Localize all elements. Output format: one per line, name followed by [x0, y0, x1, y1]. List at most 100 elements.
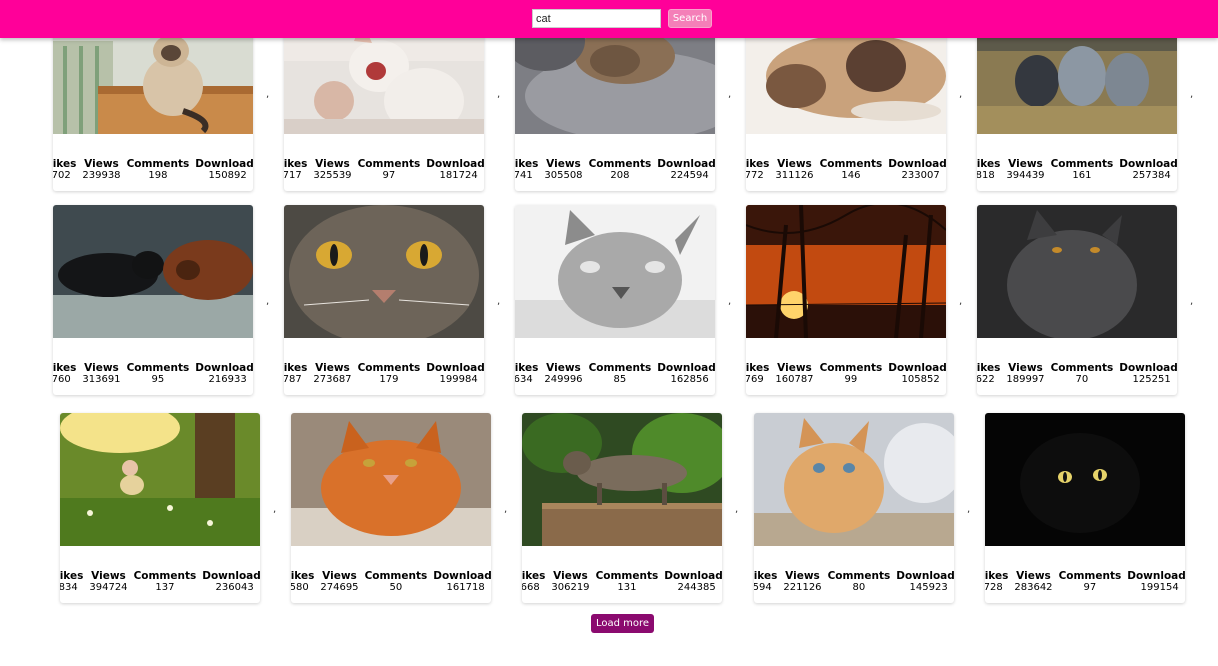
views-label: Views [1016, 570, 1051, 582]
separator: , [504, 504, 508, 515]
separator: , [497, 296, 501, 307]
likes-value: 668 [522, 582, 540, 593]
separator: , [967, 504, 971, 515]
downloads-label: Downloads [664, 570, 722, 582]
likes-label: Likes [53, 362, 77, 374]
downloads-label: Downloads [1119, 158, 1177, 170]
likes-label: Likes [284, 362, 308, 374]
views-value: 394439 [1006, 170, 1045, 181]
cat-photo[interactable] [284, 205, 484, 338]
image-card[interactable]: Likes728 Views283642 Comments97 Download… [985, 413, 1185, 603]
views-label: Views [546, 158, 581, 170]
views-label: Views [777, 362, 812, 374]
load-more-button[interactable]: Load more [591, 614, 654, 633]
separator: , [497, 89, 501, 100]
views-label: Views [91, 570, 126, 582]
views-value: 274695 [320, 582, 359, 593]
views-label: Views [322, 570, 357, 582]
likes-label: Likes [515, 362, 539, 374]
downloads-value: 145923 [909, 582, 948, 593]
cat-photo[interactable] [291, 413, 491, 546]
card-stats: Likes818 Views394439 Comments161 Downloa… [977, 158, 1177, 182]
comments-label: Comments [133, 570, 197, 582]
comments-value: 131 [617, 582, 637, 593]
comments-value: 146 [841, 170, 861, 181]
search-input[interactable] [532, 9, 661, 28]
separator: , [266, 296, 270, 307]
downloads-value: 233007 [901, 170, 940, 181]
comments-label: Comments [126, 362, 190, 374]
comments-label: Comments [819, 362, 883, 374]
card-stats: Likes772 Views311126 Comments146 Downloa… [746, 158, 946, 182]
separator: , [1190, 296, 1194, 307]
downloads-value: 216933 [208, 374, 247, 385]
likes-value: 702 [53, 170, 71, 181]
views-label: Views [1008, 158, 1043, 170]
downloads-value: 244385 [677, 582, 716, 593]
image-card[interactable]: Likes834 Views394724 Comments137 Downloa… [60, 413, 260, 603]
downloads-label: Downloads [426, 362, 484, 374]
image-card[interactable]: Likes769 Views160787 Comments99 Download… [746, 205, 946, 395]
likes-value: 741 [515, 170, 533, 181]
cat-photo[interactable] [746, 205, 946, 338]
image-card[interactable]: Likes594 Views221126 Comments80 Download… [754, 413, 954, 603]
likes-value: 834 [60, 582, 78, 593]
card-stats: Likes580 Views274695 Comments50 Download… [291, 570, 491, 594]
likes-label: Likes [284, 158, 308, 170]
likes-label: Likes [977, 362, 1001, 374]
downloads-label: Downloads [1119, 362, 1177, 374]
card-stats: Likes594 Views221126 Comments80 Download… [754, 570, 954, 594]
views-value: 273687 [313, 374, 352, 385]
card-stats: Likes728 Views283642 Comments97 Download… [985, 570, 1185, 594]
search-header: Search [0, 0, 1218, 38]
comments-label: Comments [357, 158, 421, 170]
separator: , [728, 296, 732, 307]
likes-label: Likes [754, 570, 778, 582]
cat-photo[interactable] [522, 413, 722, 546]
card-stats: Likes702 Views239938 Comments198 Downloa… [53, 158, 253, 182]
comments-value: 70 [1075, 374, 1089, 385]
separator: , [1190, 89, 1194, 100]
comments-label: Comments [126, 158, 190, 170]
views-value: 313691 [82, 374, 121, 385]
card-stats: Likes787 Views273687 Comments179 Downloa… [284, 362, 484, 386]
downloads-value: 161718 [446, 582, 485, 593]
views-label: Views [315, 362, 350, 374]
cat-photo[interactable] [977, 205, 1177, 338]
comments-value: 161 [1072, 170, 1092, 181]
image-card[interactable]: Likes634 Views249996 Comments85 Download… [515, 205, 715, 395]
card-stats: Likes634 Views249996 Comments85 Download… [515, 362, 715, 386]
cat-photo[interactable] [754, 413, 954, 546]
comments-value: 208 [610, 170, 630, 181]
likes-value: 772 [746, 170, 764, 181]
views-value: 221126 [783, 582, 822, 593]
likes-label: Likes [60, 570, 84, 582]
cat-photo[interactable] [515, 205, 715, 338]
downloads-label: Downloads [657, 158, 715, 170]
search-button[interactable]: Search [668, 9, 712, 28]
cat-photo[interactable] [53, 205, 253, 338]
image-card[interactable]: Likes760 Views313691 Comments95 Download… [53, 205, 253, 395]
downloads-value: 181724 [439, 170, 478, 181]
views-value: 249996 [544, 374, 583, 385]
downloads-label: Downloads [1127, 570, 1185, 582]
image-card[interactable]: Likes668 Views306219 Comments131 Downloa… [522, 413, 722, 603]
cat-photo[interactable] [985, 413, 1185, 546]
comments-label: Comments [1058, 570, 1122, 582]
image-card[interactable]: Likes622 Views189997 Comments70 Download… [977, 205, 1177, 395]
views-label: Views [84, 362, 119, 374]
comments-value: 95 [151, 374, 165, 385]
views-value: 305508 [544, 170, 583, 181]
photo[interactable] [60, 413, 260, 546]
card-stats: Likes668 Views306219 Comments131 Downloa… [522, 570, 722, 594]
image-card[interactable]: Likes787 Views273687 Comments179 Downloa… [284, 205, 484, 395]
downloads-value: 257384 [1132, 170, 1171, 181]
downloads-label: Downloads [195, 158, 253, 170]
views-label: Views [1008, 362, 1043, 374]
views-label: Views [84, 158, 119, 170]
likes-value: 760 [53, 374, 71, 385]
image-card[interactable]: Likes580 Views274695 Comments50 Download… [291, 413, 491, 603]
card-stats: Likes717 Views325539 Comments97 Download… [284, 158, 484, 182]
likes-value: 769 [746, 374, 764, 385]
likes-value: 622 [977, 374, 995, 385]
